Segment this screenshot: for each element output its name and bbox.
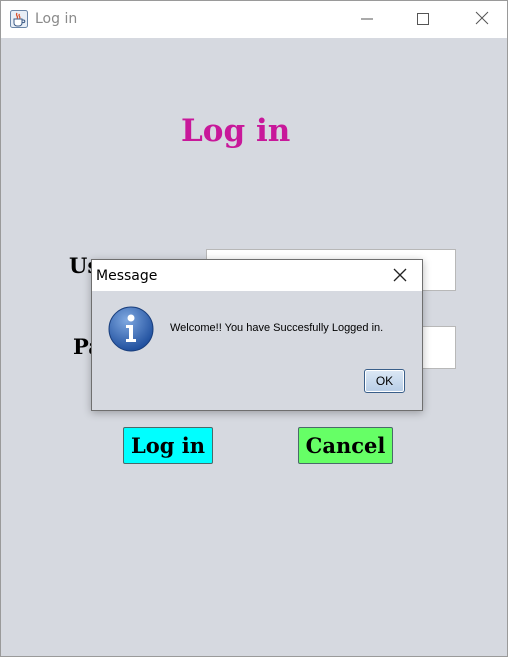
close-button[interactable] (459, 1, 505, 38)
java-cup-icon (10, 10, 28, 28)
dialog-close-button[interactable] (388, 264, 412, 288)
minimize-button[interactable] (344, 1, 390, 38)
message-dialog: Message Welcome!! You have Succesfully L… (91, 259, 423, 411)
minimize-icon (361, 10, 373, 29)
login-window: Log in Log in Us Pa Log in Cancel Messag… (0, 0, 508, 657)
info-icon (107, 305, 155, 353)
ok-button[interactable]: OK (364, 369, 405, 393)
dialog-body: Welcome!! You have Succesfully Logged in… (92, 291, 422, 410)
cancel-button[interactable]: Cancel (298, 427, 393, 464)
window-titlebar[interactable]: Log in (1, 1, 507, 38)
dialog-titlebar[interactable]: Message (92, 260, 422, 291)
dialog-message: Welcome!! You have Succesfully Logged in… (170, 322, 384, 334)
maximize-button[interactable] (400, 1, 446, 38)
dialog-title: Message (96, 268, 158, 284)
close-icon (393, 267, 407, 286)
close-icon (475, 10, 489, 29)
login-button[interactable]: Log in (123, 427, 213, 464)
page-title: Log in (181, 113, 291, 149)
maximize-icon (417, 10, 429, 29)
window-title: Log in (35, 11, 78, 27)
